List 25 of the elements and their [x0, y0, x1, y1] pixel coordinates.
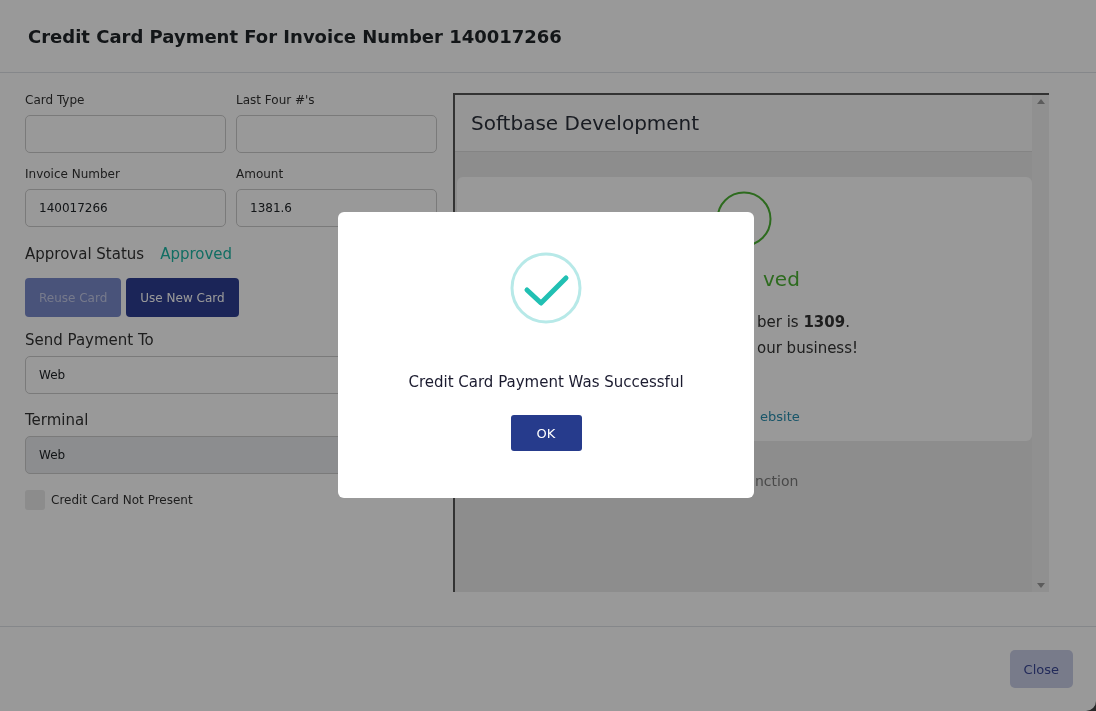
field-label: Invoice Number: [25, 167, 121, 181]
merchant-name: Softbase Development: [471, 111, 700, 135]
success-check-icon: [510, 252, 582, 324]
text-field[interactable]: 140017266: [25, 189, 226, 227]
scroll-down-icon[interactable]: [1036, 583, 1045, 588]
website-link[interactable]: ebsite: [760, 409, 1032, 424]
receipt-text: ber is 1309.: [757, 313, 851, 331]
receipt-status: ved: [763, 267, 801, 291]
scroll-up-icon[interactable]: [1036, 99, 1045, 104]
select-label: Send Payment To: [25, 331, 155, 349]
status-value: Approved: [160, 245, 233, 263]
text-field[interactable]: [25, 115, 226, 153]
close-button[interactable]: Close: [1009, 650, 1073, 688]
footer-logo-text: nction: [755, 473, 800, 489]
receipt-text: our business!: [757, 339, 859, 357]
field-label: Amount: [236, 167, 285, 181]
dialog-title: Credit Card Payment For Invoice Number 140017266: [28, 25, 562, 47]
ok-button[interactable]: OK: [510, 415, 582, 451]
text-field[interactable]: [236, 115, 437, 153]
field-label: Card Type: [25, 93, 86, 107]
field-label: Last Four #'s: [236, 93, 316, 107]
select-label: Terminal: [25, 411, 90, 429]
checkbox-label: Credit Card Not Present: [51, 493, 193, 507]
card-button[interactable]: Use New Card: [126, 278, 239, 317]
status-label: Approval Status: [25, 245, 145, 263]
